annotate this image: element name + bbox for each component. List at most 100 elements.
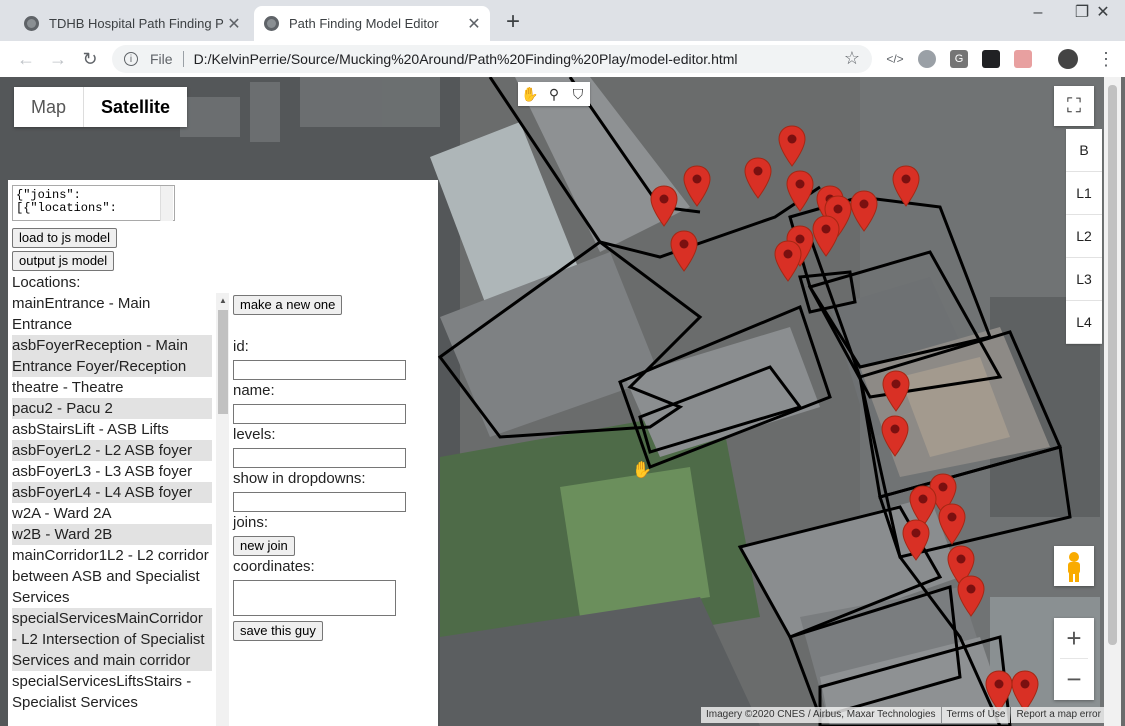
textarea-scrollbar[interactable] [160, 186, 173, 221]
minimize-button[interactable]: – [1016, 0, 1060, 28]
location-list-item[interactable]: mainEntrance - Main Entrance [12, 293, 212, 335]
zoom-out-button[interactable]: − [1054, 659, 1094, 699]
grammar-extension-icon[interactable]: G [950, 50, 968, 68]
tab-model-editor[interactable]: Path Finding Model Editor ✕ [254, 6, 490, 41]
close-tab-icon[interactable]: ✕ [224, 14, 244, 34]
location-list-item[interactable]: asbFoyerL2 - L2 ASB foyer [12, 440, 212, 461]
map-marker-icon[interactable] [882, 370, 910, 412]
zoom-in-button[interactable]: + [1054, 618, 1094, 658]
close-window-button[interactable]: ✕ [1081, 0, 1125, 28]
location-list-item[interactable]: asbFoyerReception - Main Entrance Foyer/… [12, 335, 212, 377]
scrollbar-thumb[interactable] [1108, 85, 1117, 645]
map-marker-icon[interactable] [957, 575, 985, 617]
map-viewport[interactable]: ✋ Map Satellite ✋ ⚲ ⛉ ⛶ B L1 L2 L3 L4 + … [0, 77, 1125, 726]
levels-label: levels: [233, 426, 276, 443]
joins-label: joins: [233, 514, 269, 531]
new-tab-button[interactable]: + [500, 10, 526, 36]
info-icon[interactable]: i [124, 52, 138, 66]
coordinates-textarea[interactable] [233, 580, 396, 616]
map-marker-icon[interactable] [650, 185, 678, 227]
map-type-map-button[interactable]: Map [14, 87, 83, 127]
map-marker-icon[interactable] [892, 165, 920, 207]
bookmark-star-icon[interactable]: ☆ [844, 48, 860, 69]
location-list-item[interactable]: w2A - Ward 2A [12, 503, 212, 524]
output-js-model-button[interactable]: output js model [12, 251, 115, 271]
json-textarea[interactable]: {"joins": [{"locations": [12, 185, 175, 221]
tab-path-finding-poc[interactable]: TDHB Hospital Path Finding PoC ✕ [14, 6, 250, 41]
new-join-button[interactable]: new join [233, 536, 295, 556]
map-marker-icon[interactable] [985, 670, 1013, 712]
url-text[interactable]: D:/KelvinPerrie/Source/Mucking%20Around/… [194, 51, 738, 67]
location-list-item[interactable]: mainCorridor1L2 - L2 corridor between AS… [12, 545, 212, 608]
svg-text:✋: ✋ [632, 460, 652, 479]
reload-button[interactable]: ↻ [78, 47, 102, 71]
levels-input[interactable] [233, 448, 406, 468]
locations-scrollbar-thumb[interactable] [218, 310, 228, 414]
location-list-item[interactable]: specialServicesMainCorridor - L2 Interse… [12, 608, 212, 671]
map-marker-icon[interactable] [938, 503, 966, 545]
tab-title: Path Finding Model Editor [289, 16, 439, 31]
location-list-item[interactable]: theatre - Theatre [12, 377, 212, 398]
map-marker-icon[interactable] [670, 230, 698, 272]
level-button-l2[interactable]: L2 [1066, 215, 1102, 258]
level-button-b[interactable]: B [1066, 129, 1102, 172]
tab-title: TDHB Hospital Path Finding PoC [49, 16, 224, 31]
model-editor-panel: {"joins": [{"locations": load to js mode… [8, 180, 438, 726]
drawing-toolbar: ✋ ⚲ ⛉ [518, 82, 590, 106]
map-marker-icon[interactable] [683, 165, 711, 207]
level-button-l4[interactable]: L4 [1066, 301, 1102, 344]
map-marker-icon[interactable] [744, 157, 772, 199]
locations-scrollbar[interactable]: ▲ [216, 293, 229, 726]
fullscreen-button[interactable]: ⛶ [1054, 86, 1094, 126]
url-separator [182, 51, 184, 67]
map-marker-icon[interactable] [786, 170, 814, 212]
location-list-item[interactable]: asbFoyerL3 - L3 ASB foyer [12, 461, 212, 482]
back-button[interactable]: ← [14, 47, 38, 71]
hand-pan-icon[interactable]: ✋ [518, 82, 542, 106]
forward-button[interactable]: → [46, 47, 70, 71]
level-button-l3[interactable]: L3 [1066, 258, 1102, 301]
name-label: name: [233, 382, 275, 399]
scroll-up-icon[interactable]: ▲ [219, 296, 227, 305]
map-marker-icon[interactable] [850, 190, 878, 232]
terms-of-use-link[interactable]: Terms of Use [941, 707, 1011, 723]
marker-tool-icon[interactable]: ⚲ [542, 82, 566, 106]
location-list-item[interactable]: w2B - Ward 2B [12, 524, 212, 545]
map-marker-icon[interactable] [902, 519, 930, 561]
close-tab-icon[interactable]: ✕ [464, 14, 484, 34]
page-scrollbar[interactable] [1104, 77, 1121, 726]
location-list-item[interactable]: specialServicesLiftsStairs - Specialist … [12, 671, 212, 713]
address-bar[interactable]: i File D:/KelvinPerrie/Source/Mucking%20… [112, 45, 872, 73]
map-type-satellite-button[interactable]: Satellite [83, 87, 187, 127]
map-marker-icon[interactable] [774, 240, 802, 282]
glasses-extension-icon[interactable] [982, 50, 1000, 68]
imagery-credit: Imagery ©2020 CNES / Airbus, Maxar Techn… [701, 707, 941, 723]
map-marker-icon[interactable] [881, 415, 909, 457]
location-list-item[interactable]: asbFoyerL4 - L4 ASB foyer [12, 482, 212, 503]
menu-kebab-icon[interactable]: ⋮ [1094, 47, 1118, 71]
street-view-pegman-icon[interactable] [1054, 546, 1094, 586]
avatar[interactable] [1058, 49, 1078, 69]
locations-heading: Locations: [12, 274, 81, 291]
map-marker-icon[interactable] [812, 215, 840, 257]
save-location-button[interactable]: save this guy [233, 621, 323, 641]
globe-icon [24, 16, 39, 31]
load-to-js-model-button[interactable]: load to js model [12, 228, 118, 248]
report-map-error-link[interactable]: Report a map error [1011, 707, 1106, 723]
show-in-dropdowns-input[interactable] [233, 492, 406, 512]
level-button-l1[interactable]: L1 [1066, 172, 1102, 215]
locations-list[interactable]: mainEntrance - Main Entrance asbFoyerRece… [12, 293, 229, 726]
coordinates-label: coordinates: [233, 558, 315, 575]
code-extension-icon[interactable]: </> [886, 50, 904, 68]
id-input[interactable] [233, 360, 406, 380]
map-marker-icon[interactable] [1011, 670, 1039, 712]
map-type-control: Map Satellite [14, 87, 188, 127]
make-new-location-button[interactable]: make a new one [233, 295, 343, 315]
name-input[interactable] [233, 404, 406, 424]
location-list-item[interactable]: asbStairsLift - ASB Lifts [12, 419, 212, 440]
extension-icon[interactable] [918, 50, 936, 68]
map-marker-icon[interactable] [778, 125, 806, 167]
bag-extension-icon[interactable] [1014, 50, 1032, 68]
polygon-tool-icon[interactable]: ⛉ [566, 82, 590, 106]
location-list-item[interactable]: pacu2 - Pacu 2 [12, 398, 212, 419]
